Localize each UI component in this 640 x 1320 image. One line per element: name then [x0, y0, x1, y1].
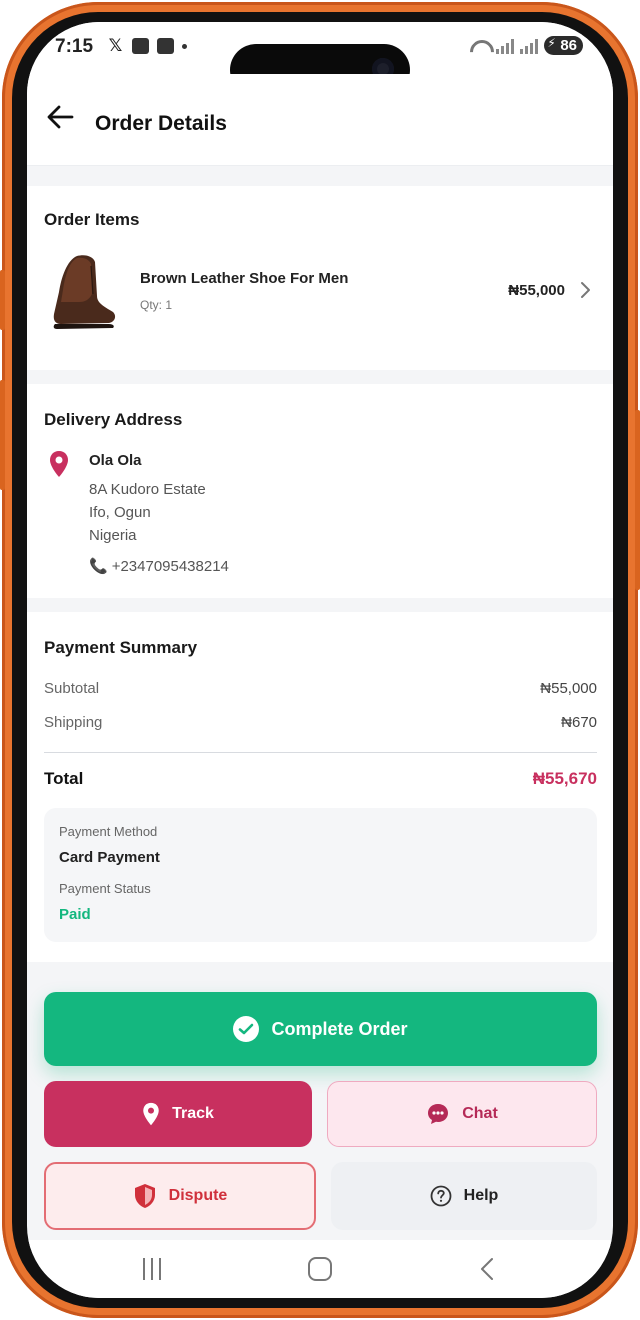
youtube-icon	[157, 38, 174, 54]
app-header: Order Details	[27, 74, 613, 166]
volume-down-button	[0, 380, 5, 490]
instagram-icon	[132, 38, 149, 54]
chat-button[interactable]: Chat	[327, 1081, 597, 1147]
track-button[interactable]: Track	[44, 1081, 312, 1147]
chevron-right-icon	[581, 282, 590, 298]
payment-status-label: Payment Status	[59, 881, 151, 896]
item-name: Brown Leather Shoe For Men	[140, 270, 349, 287]
page-title: Order Details	[95, 112, 227, 135]
x-app-icon: 𝕏	[108, 36, 123, 55]
check-badge-icon	[233, 1016, 260, 1042]
track-label: Track	[172, 1105, 214, 1122]
subtotal-label: Subtotal	[44, 680, 100, 697]
dispute-button[interactable]: Dispute	[44, 1162, 316, 1230]
shipping-value: ₦670	[561, 714, 597, 731]
subtotal-value: ₦55,000	[540, 680, 597, 697]
item-quantity: Qty: 1	[140, 298, 173, 312]
section-title: Delivery Address	[44, 410, 183, 429]
question-circle-icon	[430, 1185, 452, 1207]
recipient-name: Ola Ola	[89, 452, 142, 469]
help-label: Help	[463, 1187, 499, 1204]
address-line: Nigeria	[89, 527, 137, 544]
notification-icons: 𝕏	[107, 36, 187, 55]
signal-icon	[496, 38, 515, 54]
phone-number: +2347095438214	[111, 557, 229, 575]
system-back-button[interactable]	[477, 1256, 497, 1282]
phone-row: 📞 +2347095438214	[89, 557, 229, 576]
home-button[interactable]	[308, 1257, 332, 1281]
volume-up-button	[0, 270, 5, 330]
arrow-left-icon	[47, 105, 74, 129]
chat-bubble-icon	[428, 1104, 449, 1124]
more-notifications-icon	[182, 43, 187, 49]
signal-icon-2	[520, 38, 539, 54]
payment-method-value: Card Payment	[59, 849, 160, 866]
help-button[interactable]: Help	[331, 1162, 597, 1230]
dispute-label: Dispute	[168, 1187, 228, 1204]
address-line: Ifo, Ogun	[89, 504, 151, 521]
power-button	[635, 410, 640, 590]
delivery-address-section: Delivery Address Ola Ola 8A Kudoro Estat…	[27, 384, 613, 598]
payment-method-label: Payment Method	[59, 824, 158, 839]
section-title: Payment Summary	[44, 638, 198, 657]
product-thumbnail	[53, 255, 116, 329]
total-value: ₦55,670	[532, 769, 597, 788]
complete-order-label: Complete Order	[271, 1018, 408, 1039]
shipping-label: Shipping	[44, 714, 103, 731]
payment-summary-section: Payment Summary Subtotal ₦55,000 Shippin…	[27, 612, 613, 962]
complete-order-button[interactable]: Complete Order	[44, 992, 597, 1066]
status-time: 7:15	[55, 36, 94, 57]
payment-status-value: Paid	[59, 906, 91, 923]
recent-apps-button[interactable]	[143, 1258, 161, 1280]
system-icons: 86	[468, 36, 583, 55]
divider	[44, 752, 597, 753]
wifi-icon	[468, 38, 490, 54]
phone-icon: 📞	[89, 558, 108, 575]
system-navigation-bar	[27, 1240, 613, 1298]
payment-info-card: Payment Method Card Payment Payment Stat…	[44, 808, 597, 942]
address-line: 8A Kudoro Estate	[89, 481, 206, 498]
app-screen: 7:15 𝕏 86 Order Details Order Items	[27, 22, 613, 1298]
shield-icon	[134, 1184, 155, 1208]
location-pin-icon	[50, 451, 68, 477]
order-items-section: Order Items Brown Leather Shoe For Men Q…	[27, 186, 613, 370]
item-price: ₦55,000	[508, 282, 565, 299]
section-title: Order Items	[44, 210, 140, 229]
battery-indicator: 86	[544, 36, 583, 55]
total-label: Total	[44, 769, 84, 788]
chat-label: Chat	[462, 1105, 498, 1122]
location-pin-icon	[143, 1102, 159, 1126]
back-button[interactable]	[43, 100, 77, 134]
